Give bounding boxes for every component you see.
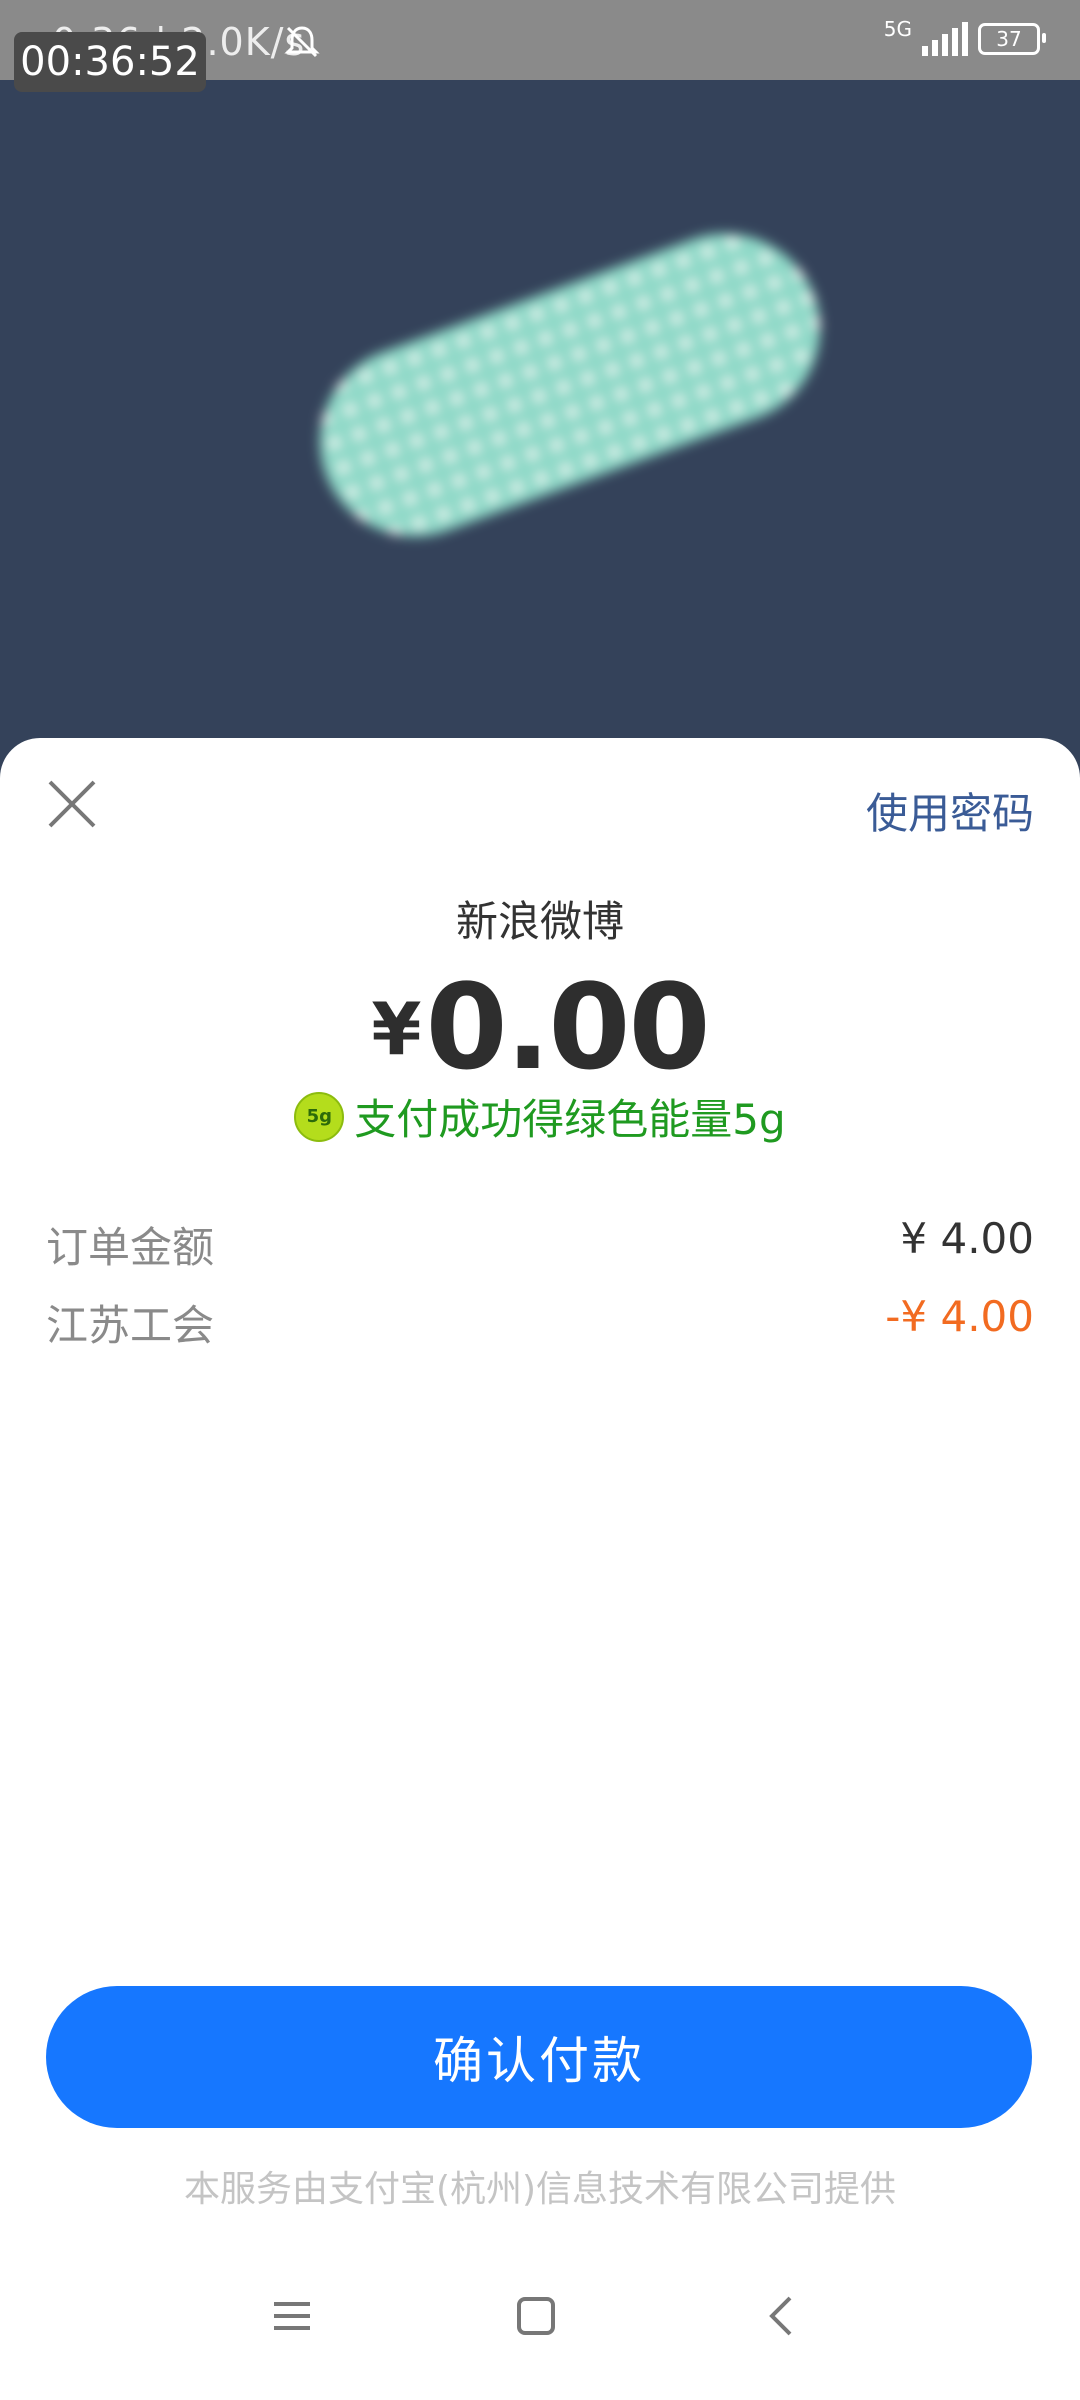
amount-value: 0.00	[425, 958, 710, 1096]
battery-icon: 37	[978, 23, 1046, 55]
discount-label: 江苏工会	[46, 1301, 215, 1350]
menu-icon[interactable]	[262, 2286, 322, 2346]
status-icons: 5G 37	[884, 17, 1046, 56]
merchant-name: 新浪微博	[455, 897, 624, 946]
energy-reward: 5g 支付成功得绿色能量5g	[0, 1086, 1080, 1147]
discount-row: 江苏工会 -¥ 4.00	[46, 1292, 1034, 1353]
confirm-payment-button[interactable]: 确认付款	[46, 1986, 1032, 2128]
order-amount-row: 订单金额 ¥ 4.00	[46, 1214, 1034, 1275]
discount-value: -¥ 4.00	[885, 1292, 1034, 1341]
back-icon[interactable]	[752, 2286, 812, 2346]
use-password-link[interactable]: 使用密码	[866, 780, 1034, 841]
close-icon[interactable]	[46, 778, 98, 830]
payment-sheet: 使用密码 新浪微博 ¥0.00 5g 支付成功得绿色能量5g 订单金额 ¥ 4.…	[0, 738, 1080, 2400]
energy-text: 支付成功得绿色能量5g	[354, 1095, 786, 1144]
network-type: 5G	[883, 17, 912, 41]
system-nav-bar	[0, 2286, 1080, 2366]
background-illustration	[319, 233, 821, 537]
energy-badge-icon: 5g	[294, 1091, 345, 1142]
payment-amount: ¥0.00	[0, 958, 1080, 1096]
service-provider-note: 本服务由支付宝(杭州)信息技术有限公司提供	[183, 2169, 897, 2210]
bell-muted-icon	[284, 26, 320, 58]
order-amount-value: ¥ 4.00	[900, 1214, 1034, 1263]
currency-symbol: ¥	[371, 987, 422, 1071]
screen-record-timer: 00:36:52	[14, 32, 206, 92]
signal-icon	[922, 22, 968, 56]
home-icon[interactable]	[506, 2286, 566, 2346]
order-amount-label: 订单金额	[46, 1223, 215, 1272]
battery-level: 37	[996, 27, 1022, 51]
